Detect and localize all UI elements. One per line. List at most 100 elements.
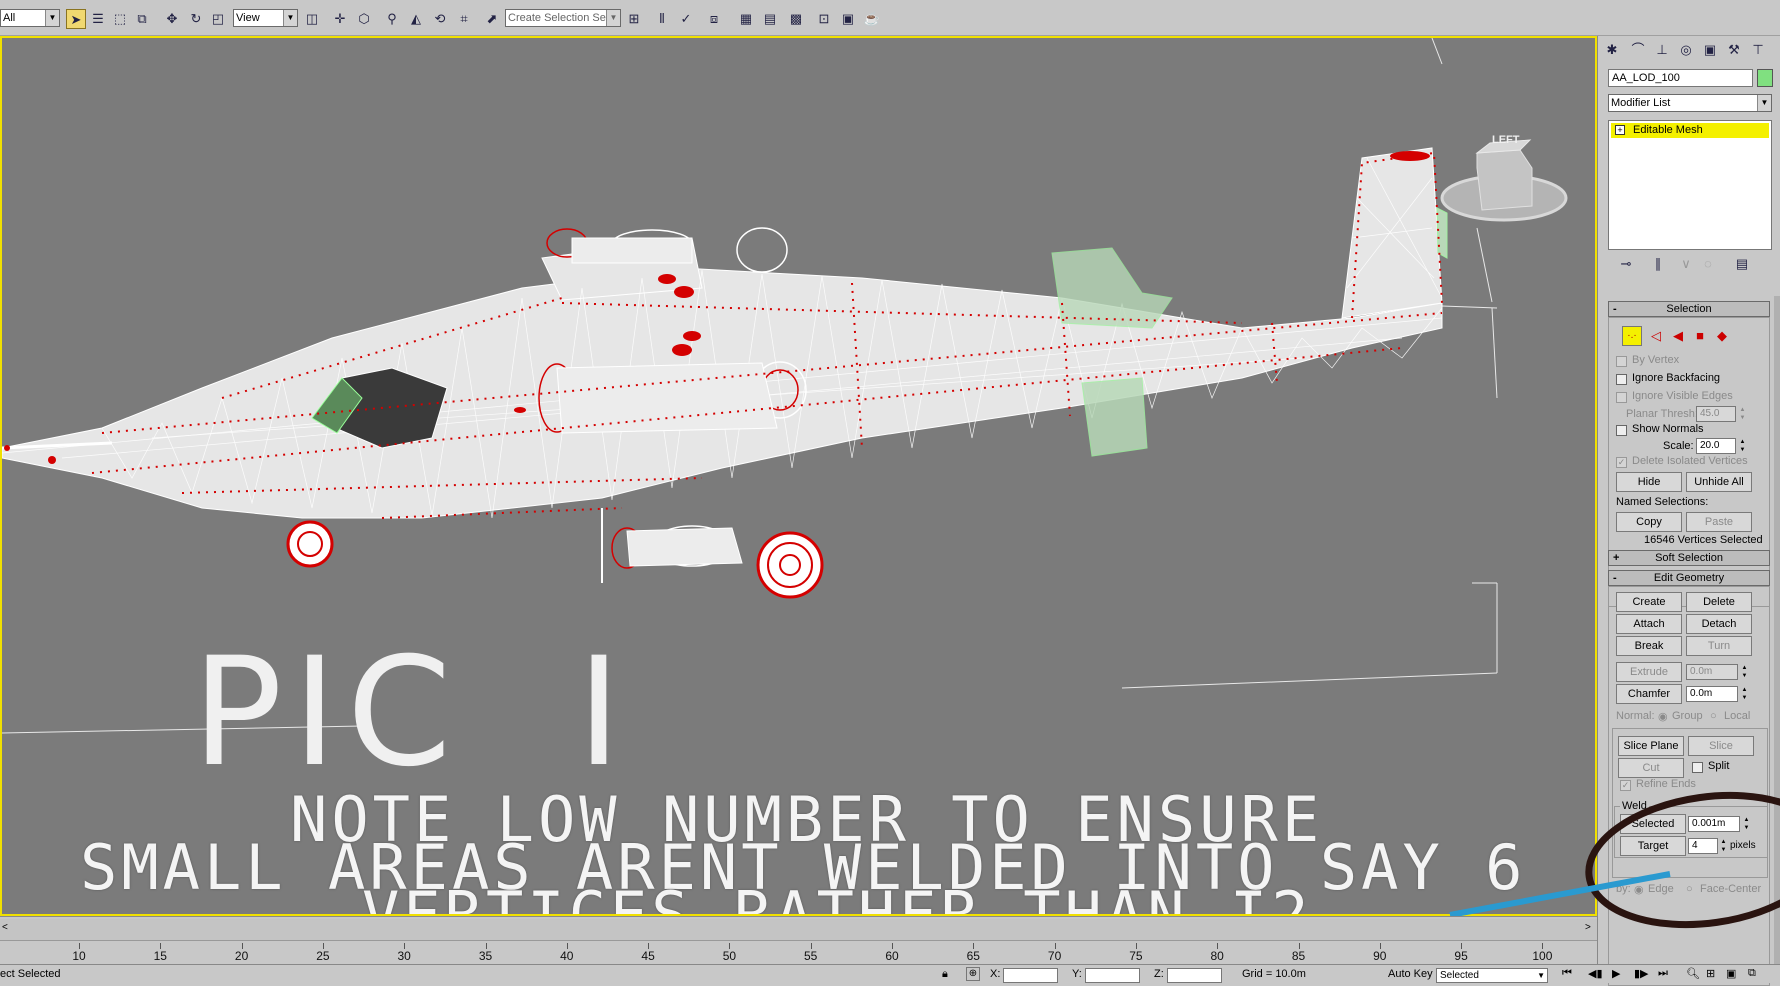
ignore-visible-edges-checkbox[interactable] [1616,392,1627,403]
select-by-name-icon[interactable]: ☰ [88,9,108,29]
layer-icon[interactable]: ⧈ [704,9,724,29]
select-arrow-icon[interactable]: ➤ [66,9,86,29]
chamfer-input[interactable]: 0.0m [1686,686,1738,702]
go-to-start-icon[interactable]: ⏮ [1562,967,1572,980]
weld-target-button[interactable]: Target [1620,836,1686,856]
create-button[interactable]: Create [1616,592,1682,612]
time-slider-track[interactable] [0,919,1597,941]
mirror-tool-icon[interactable]: ⫴ [652,9,672,29]
edge-mode-icon[interactable]: ◁ [1646,326,1666,346]
zoom-all-icon[interactable]: ⊞ [1706,967,1715,980]
cut-button[interactable]: Cut [1618,758,1684,778]
selection-set-dropdown[interactable]: Create Selection Set ▼ [505,9,621,27]
delete-isolated-checkbox[interactable]: ✓ [1616,457,1627,468]
curve-editor-icon[interactable]: ▦ [736,9,756,29]
extrude-input[interactable]: 0.0m [1686,664,1738,680]
local-radio[interactable]: ○ [1710,710,1717,722]
weld-threshold-input[interactable]: 0.001m [1688,816,1740,832]
copy-button[interactable]: Copy [1616,512,1682,532]
render-icon[interactable]: ▣ [838,9,858,29]
unhide-all-button[interactable]: Unhide All [1686,472,1752,492]
next-frame-icon[interactable]: > [1585,922,1591,933]
play-icon[interactable]: ▶ [1612,967,1620,980]
group-radio[interactable]: ◉ [1658,710,1668,723]
show-normals-checkbox[interactable] [1616,425,1627,436]
modifier-list-dropdown[interactable]: Modifier List ▼ [1608,94,1772,112]
zoom-icon[interactable]: 🔍︎ [1686,967,1700,980]
prev-frame-icon[interactable]: < [2,922,8,933]
y-coordinate-input[interactable] [1085,968,1140,983]
weld-selected-button[interactable]: Selected [1620,814,1686,834]
remove-modifier-icon[interactable]: ◌ [1698,254,1718,274]
selection-rollout-header[interactable]: - Selection [1608,301,1770,317]
pin-stack-icon[interactable]: ⊸ [1616,254,1636,274]
extra-tab-icon[interactable]: ⊤ [1748,40,1768,60]
planar-thresh-input[interactable]: 45.0 [1696,406,1736,422]
detach-button[interactable]: Detach [1686,614,1752,634]
weld-target-input[interactable]: 4 [1688,838,1718,854]
expand-icon[interactable]: + [1615,125,1625,135]
vertex-mode-icon[interactable]: ·.· [1622,326,1642,346]
quick-render-icon[interactable]: ☕ [862,9,882,29]
viewcube-label[interactable]: LEFT [1492,134,1520,146]
absolute-mode-icon[interactable]: ⊕ [966,967,980,981]
create-tab-icon[interactable]: ✱ [1602,40,1622,60]
render-setup-icon[interactable]: ⊡ [814,9,834,29]
pivot-icon[interactable]: ◫ [302,9,322,29]
key-filter-dropdown[interactable]: Selected ▼ [1436,968,1548,983]
percent-snap-icon[interactable]: ◭ [406,9,426,29]
split-checkbox[interactable] [1692,762,1703,773]
ignore-backfacing-checkbox[interactable] [1616,374,1627,385]
snap-icon[interactable]: ⬡ [354,9,374,29]
zoom-extents-icon[interactable]: ▣ [1726,967,1736,980]
break-button[interactable]: Break [1616,636,1682,656]
delete-button[interactable]: Delete [1686,592,1752,612]
named-selection-set-icon[interactable]: ⬈ [482,9,502,29]
material-editor-icon[interactable]: ▩ [786,9,806,29]
window-crossing-icon[interactable]: ⧉ [132,9,152,29]
polygon-mode-icon[interactable]: ■ [1690,326,1710,346]
attach-button[interactable]: Attach [1616,614,1682,634]
z-coordinate-input[interactable] [1167,968,1222,983]
edge-radio[interactable]: ◉ [1634,883,1644,896]
next-key-icon[interactable]: ▮▶ [1634,967,1649,980]
hide-button[interactable]: Hide [1616,472,1682,492]
selection-filter-dropdown[interactable]: All ▼ [0,9,60,27]
hierarchy-tab-icon[interactable]: ⊥ [1652,40,1672,60]
utilities-tab-icon[interactable]: ⚒ [1724,40,1744,60]
face-mode-icon[interactable]: ◀ [1668,326,1688,346]
angle-snap-icon[interactable]: ⚲ [382,9,402,29]
element-mode-icon[interactable]: ◆ [1712,326,1732,346]
mirror-icon[interactable]: ✛ [330,9,350,29]
left-viewport[interactable]: LEFT PIC I NOTE LOW NUMBER TO ENSURE SMA… [0,36,1597,916]
stack-item-editable-mesh[interactable]: + Editable Mesh [1611,123,1769,138]
lock-icon[interactable]: 🔒︎ [942,968,948,981]
maximize-viewport-icon[interactable]: ⧉ [1748,967,1756,980]
reference-coord-dropdown[interactable]: View ▼ [233,9,298,27]
panel-scrollbar[interactable] [1774,296,1780,982]
edit-named-sel-icon[interactable]: ⌗ [454,9,474,29]
spinner-snap-icon[interactable]: ⟲ [430,9,450,29]
rect-select-icon[interactable]: ⬚ [110,9,130,29]
go-to-end-icon[interactable]: ⏭ [1658,967,1668,980]
by-vertex-checkbox[interactable] [1616,356,1627,367]
scale-input[interactable]: 20.0 [1696,438,1736,454]
scale-icon[interactable]: ◰ [208,9,228,29]
move-icon[interactable]: ✥ [162,9,182,29]
soft-selection-rollout-header[interactable]: + Soft Selection [1608,550,1770,566]
edit-geometry-rollout-header[interactable]: - Edit Geometry [1608,570,1770,586]
display-tab-icon[interactable]: ▣ [1700,40,1720,60]
spinner-arrows-icon[interactable]: ▲ ▼ [1738,438,1747,454]
turn-button[interactable]: Turn [1686,636,1752,656]
slice-button[interactable]: Slice [1688,736,1754,756]
object-name-input[interactable]: AA_LOD_100 [1608,69,1753,87]
rotate-icon[interactable]: ↻ [186,9,206,29]
modify-tab-icon[interactable]: ⌒ [1628,40,1648,60]
object-color-swatch[interactable] [1757,69,1773,87]
paste-button[interactable]: Paste [1686,512,1752,532]
auto-key-button[interactable]: Auto Key [1388,968,1433,980]
refine-ends-checkbox[interactable]: ✓ [1620,780,1631,791]
extrude-button[interactable]: Extrude [1616,662,1682,682]
spinner-arrows-icon[interactable]: ▲ ▼ [1742,816,1751,832]
align-tool-icon[interactable]: ⊞ [624,9,644,29]
